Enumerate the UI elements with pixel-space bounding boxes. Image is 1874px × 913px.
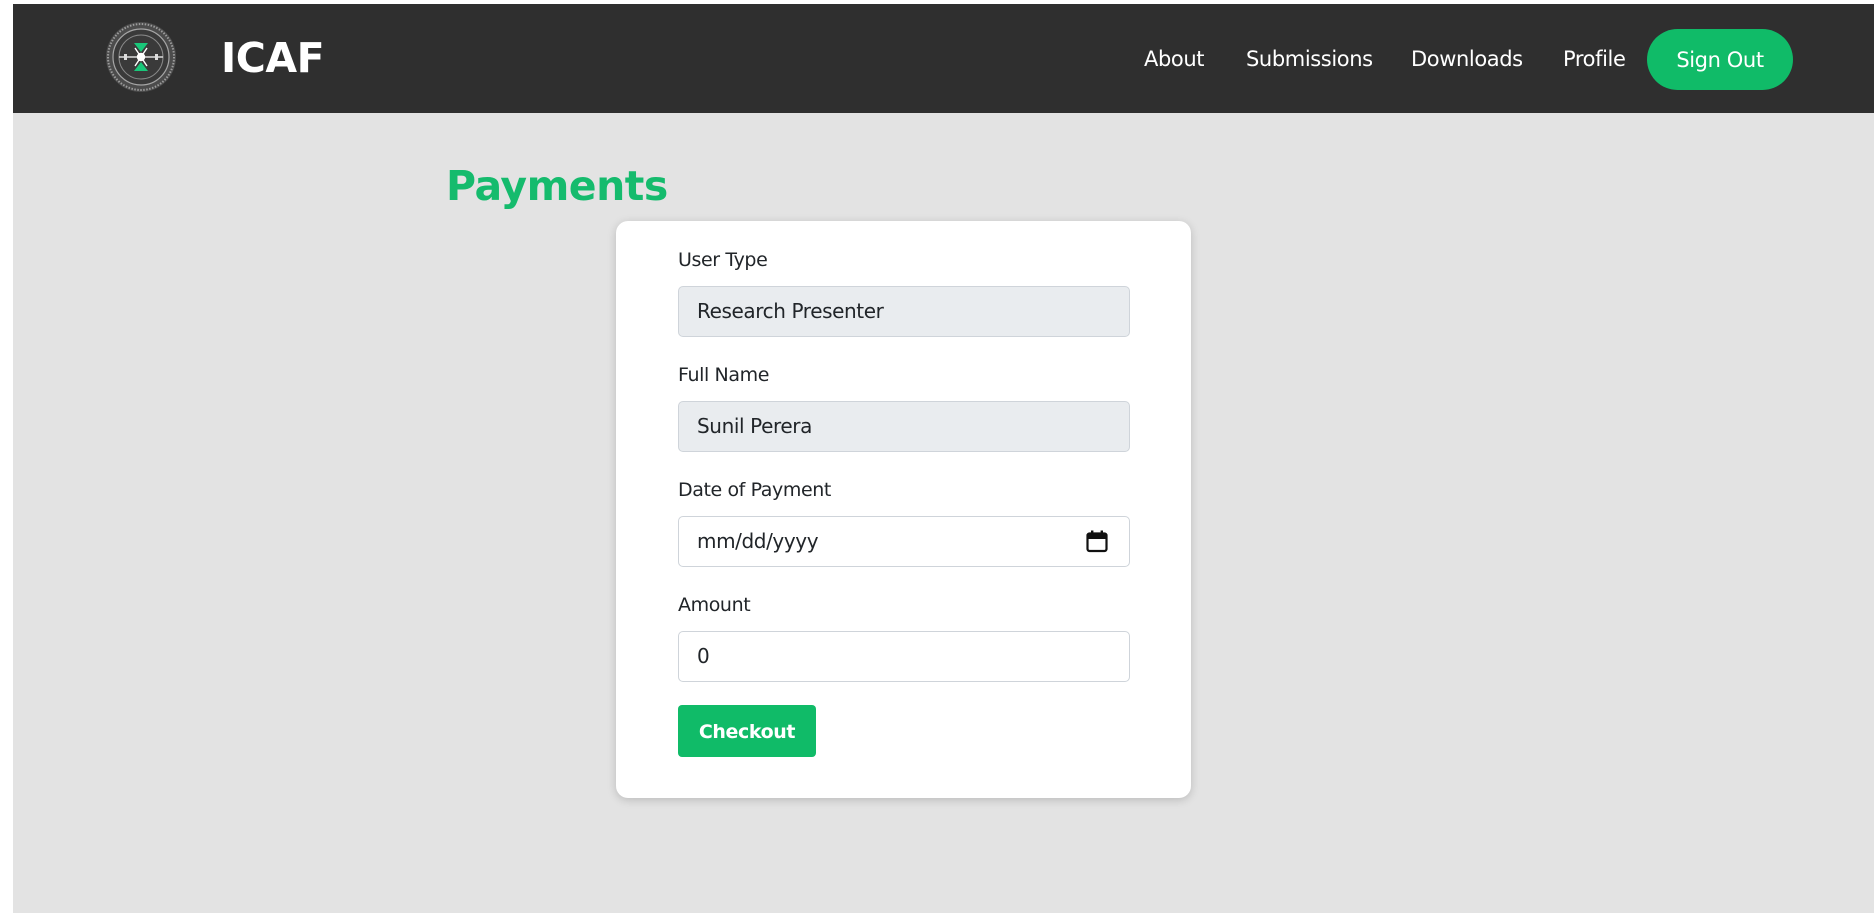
calendar-icon[interactable] [1086,530,1108,553]
nav-link-submissions[interactable]: Submissions [1246,44,1373,74]
page-title: Payments [446,162,668,210]
payment-form-card: User Type Research Presenter Full Name S… [616,221,1191,798]
payment-date-placeholder: mm/dd/yyyy [697,529,819,553]
nav-link-downloads[interactable]: Downloads [1411,44,1523,74]
nav-link-profile[interactable]: Profile [1563,44,1626,74]
checkout-button[interactable]: Checkout [678,705,816,757]
payment-date-label: Date of Payment [678,479,831,501]
full-name-label: Full Name [678,364,769,386]
payment-date-input[interactable]: mm/dd/yyyy [678,516,1130,567]
sign-out-button[interactable]: Sign Out [1647,29,1793,90]
gear-emblem-icon[interactable] [105,21,177,93]
top-navbar: ICAF About Submissions Downloads Profile… [13,4,1874,113]
nav-link-about[interactable]: About [1144,44,1204,74]
amount-input[interactable]: 0 [678,631,1130,682]
page-background: ICAF About Submissions Downloads Profile… [13,4,1874,913]
user-type-label: User Type [678,249,768,271]
user-type-field: Research Presenter [678,286,1130,337]
brand-title[interactable]: ICAF [221,34,325,82]
full-name-field: Sunil Perera [678,401,1130,452]
amount-label: Amount [678,594,751,616]
